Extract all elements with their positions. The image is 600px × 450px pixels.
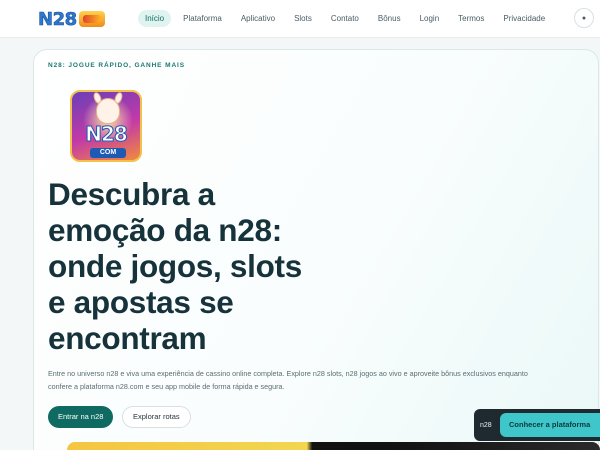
headline-line: e apostas se [48,284,234,320]
enter-n28-button[interactable]: Entrar na n28 [48,406,114,428]
nav-item-inicio[interactable]: Início [138,9,172,27]
nav-item-contato[interactable]: Contato [324,10,366,27]
mascot-head-icon [96,98,120,124]
app-icon-sub: COM [90,148,126,158]
logo-text: N28 [38,8,78,30]
headline-line: onde jogos, slots [48,248,302,284]
promo-banner-image [67,442,600,450]
app-icon-text: N28 [85,122,129,147]
nav-item-slots[interactable]: Slots [287,10,319,27]
explore-routes-button[interactable]: Explorar rotas [122,406,191,428]
headline-line: Descubra a [48,176,215,212]
top-header: N28 Início Plataforma Aplicativo Slots C… [0,0,600,38]
hero-description: Entre no universo n28 e viva uma experiê… [48,369,528,391]
brand-logo[interactable]: N28 [38,8,105,30]
nav-item-login[interactable]: Login [413,10,447,27]
theme-toggle-button[interactable]: ● [574,8,594,28]
hero-headline: Descubra a emoção da n28: onde jogos, sl… [48,176,348,356]
hero-card: N28: JOGUE RÁPIDO, GANHE MAIS N28 COM De… [33,49,600,450]
hero-eyebrow: N28: JOGUE RÁPIDO, GANHE MAIS [48,62,185,69]
main-nav: Início Plataforma Aplicativo Slots Conta… [138,8,557,28]
nav-item-aplicativo[interactable]: Aplicativo [234,10,282,27]
floating-cta-tag: n28 [480,421,492,429]
nav-item-bonus[interactable]: Bônus [371,10,408,27]
dot-icon: ● [581,14,587,22]
logo-badge-icon [78,11,105,27]
nav-item-privacidade[interactable]: Privacidade [496,10,552,27]
nav-item-plataforma[interactable]: Plataforma [176,10,229,27]
headline-line: emoção da n28: [48,212,282,248]
nav-item-termos[interactable]: Termos [451,10,491,27]
n28-app-icon: N28 COM [70,90,142,162]
headline-line: encontram [48,320,207,356]
know-platform-button[interactable]: Conhecer a plataforma [500,413,600,437]
floating-cta: n28 Conhecer a plataforma [474,409,600,441]
